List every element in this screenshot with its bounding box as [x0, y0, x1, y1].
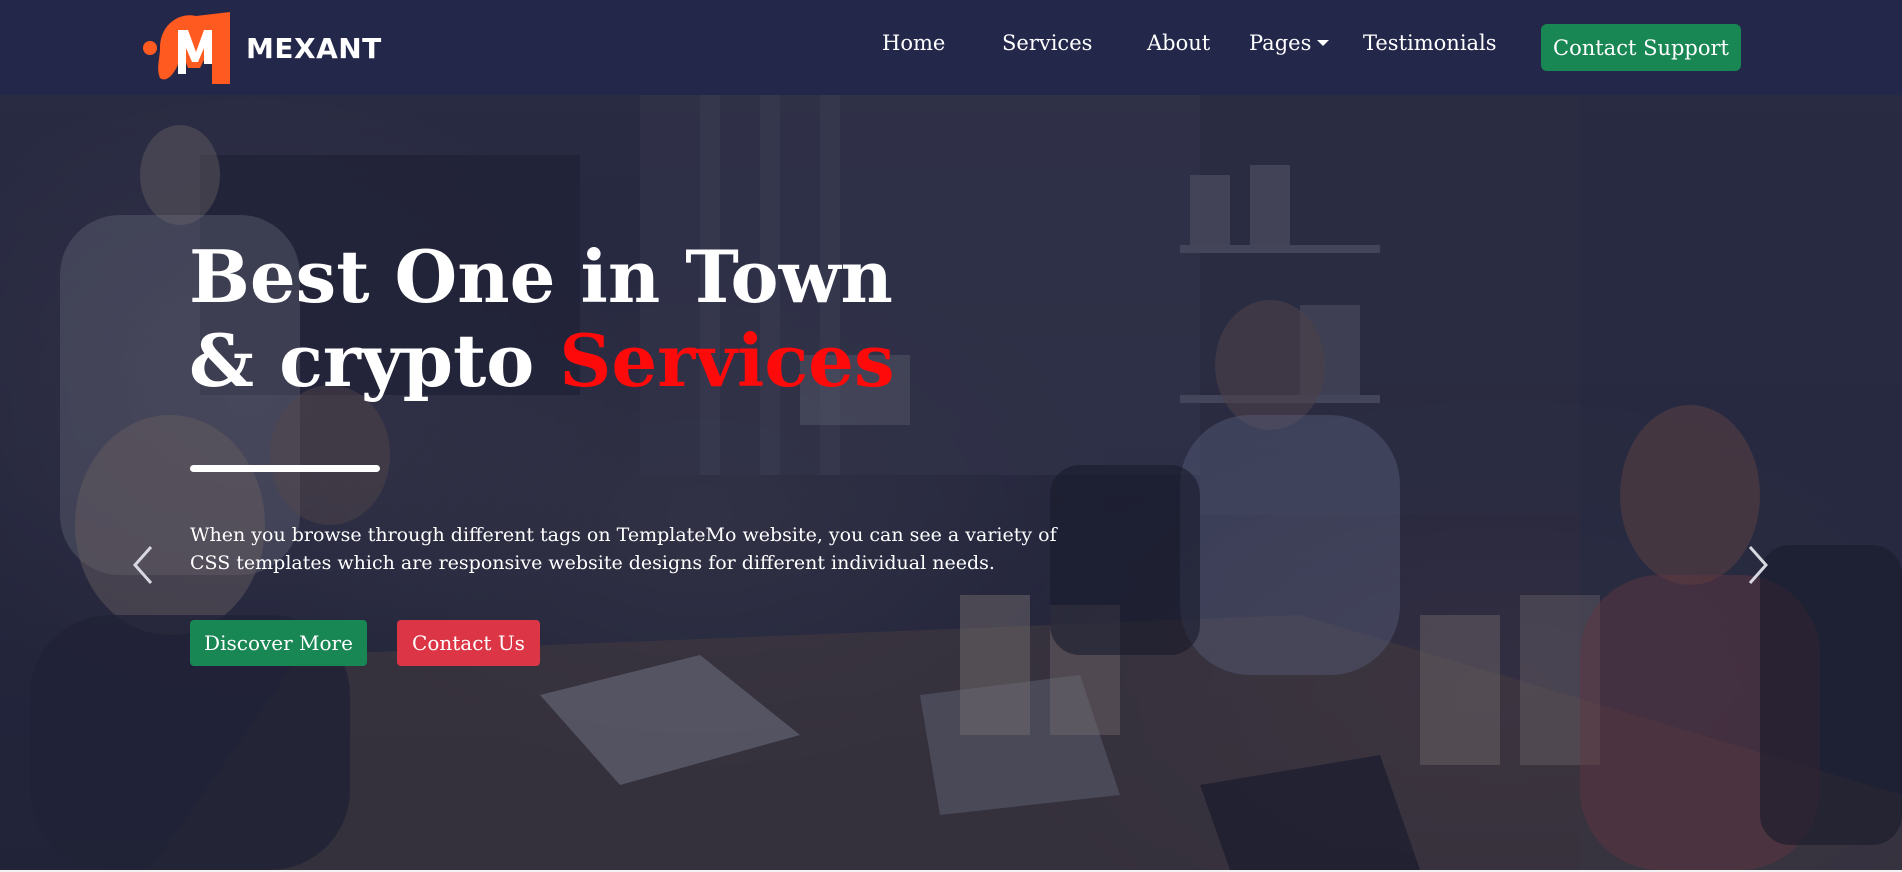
nav-about[interactable]: About [1147, 31, 1210, 55]
main-nav: Home Services About Pages Testimonials C… [0, 0, 1902, 95]
hero-title-accent: Services [559, 318, 895, 403]
nav-testimonials[interactable]: Testimonials [1363, 31, 1497, 55]
hero-description: When you browse through different tags o… [190, 524, 1057, 574]
nav-services[interactable]: Services [1002, 31, 1092, 55]
hero-title-line1: Best One in Town [189, 234, 893, 319]
nav-pages-label: Pages [1249, 31, 1312, 55]
contact-us-button[interactable]: Contact Us [397, 620, 540, 666]
carousel-prev-button[interactable] [123, 535, 163, 595]
hero-heading: Best One in Town & crypto Services [189, 235, 895, 403]
chevron-left-icon [132, 546, 153, 584]
caret-down-icon [1317, 40, 1330, 46]
hero-title-line2-prefix: & crypto [189, 318, 535, 403]
hero-carousel: Best One in Town & crypto Services When … [0, 95, 1902, 870]
top-navbar: MEXANT Home Services About Pages Testimo… [0, 0, 1902, 95]
contact-support-button[interactable]: Contact Support [1541, 24, 1741, 71]
discover-more-button[interactable]: Discover More [190, 620, 367, 666]
hero-divider [190, 465, 380, 472]
carousel-next-button[interactable] [1738, 535, 1778, 595]
chevron-right-icon [1748, 546, 1769, 584]
nav-home[interactable]: Home [882, 31, 945, 55]
nav-pages-dropdown[interactable]: Pages [1249, 31, 1330, 55]
hero-dark-overlay [0, 95, 1902, 870]
